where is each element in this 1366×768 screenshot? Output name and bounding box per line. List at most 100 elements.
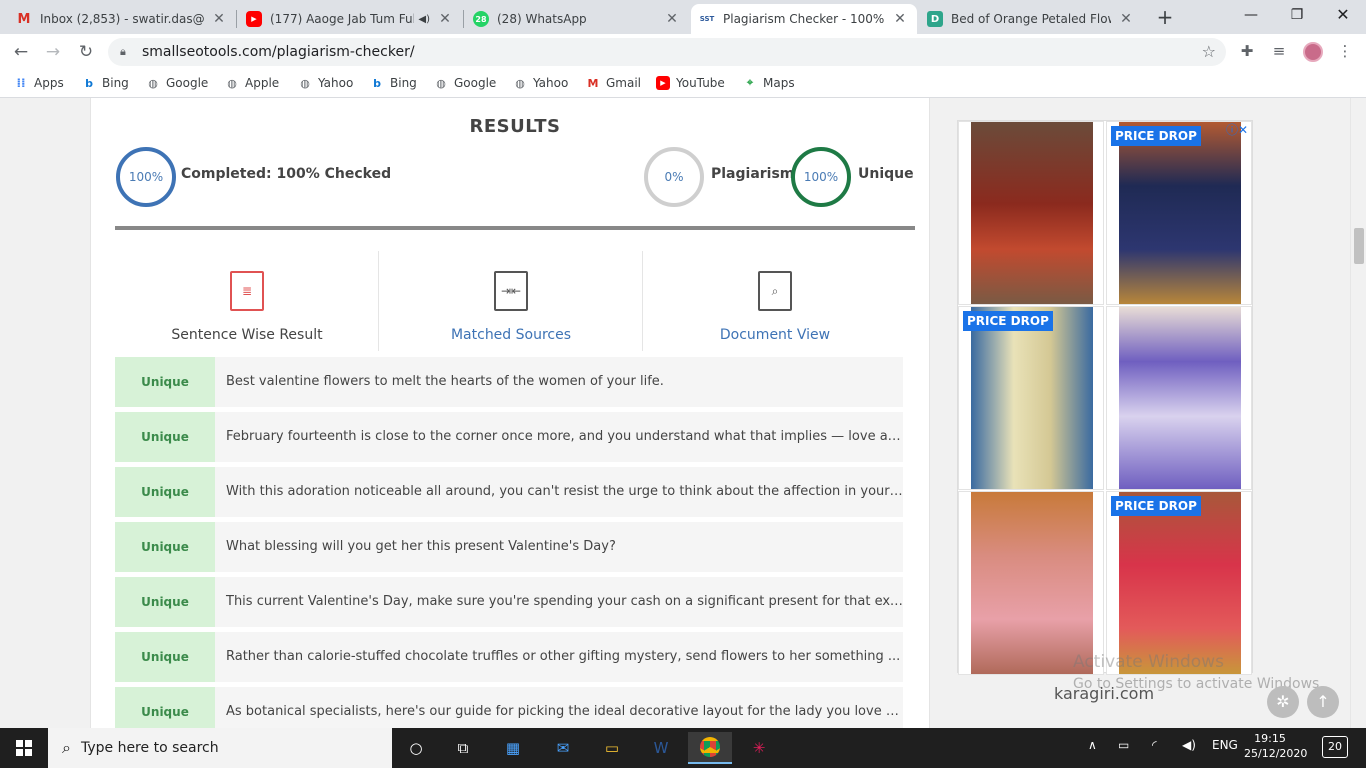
close-window-button[interactable]: ✕ bbox=[1320, 0, 1366, 32]
youtube-icon: ▶ bbox=[246, 11, 262, 27]
product-image bbox=[1119, 307, 1241, 489]
view-label: Document View bbox=[719, 327, 831, 343]
bookmark-google[interactable]: ◍ Google bbox=[146, 76, 208, 90]
ad-product-tile[interactable] bbox=[958, 491, 1104, 675]
page-scrollbar[interactable] bbox=[1350, 98, 1366, 728]
close-icon[interactable]: ✕ bbox=[210, 11, 228, 27]
scroll-top-button[interactable]: ↑ bbox=[1307, 686, 1339, 718]
bookmark-label: Google bbox=[454, 76, 497, 90]
tab-whatsapp[interactable]: 28 (28) WhatsApp ✕ bbox=[465, 4, 689, 34]
bookmark-bing-2[interactable]: b Bing bbox=[370, 76, 417, 90]
language-indicator[interactable]: ENG bbox=[1212, 738, 1238, 752]
ad-product-tile[interactable] bbox=[958, 121, 1104, 305]
speaker-icon[interactable]: ◀) bbox=[418, 14, 430, 25]
close-icon[interactable]: ✕ bbox=[436, 11, 454, 27]
file-explorer-icon[interactable]: ▭ bbox=[590, 732, 634, 764]
notification-badge[interactable]: 20 bbox=[1322, 736, 1348, 758]
reload-button[interactable]: ↻ bbox=[73, 40, 99, 64]
extensions-icon[interactable]: ✚ bbox=[1237, 42, 1257, 60]
volume-icon[interactable]: ◀) bbox=[1182, 738, 1196, 752]
ad-panel[interactable]: ⓘ✕ PRICE DROP PRICE DROP PRICE DROP bbox=[957, 120, 1253, 675]
search-icon: ⌕ bbox=[62, 738, 71, 757]
ad-product-tile[interactable]: PRICE DROP bbox=[1106, 491, 1252, 675]
slack-icon[interactable]: ✳ bbox=[737, 732, 781, 764]
sentence-row[interactable]: Unique Best valentine flowers to melt th… bbox=[115, 357, 903, 407]
progress-divider bbox=[115, 226, 915, 230]
close-icon[interactable]: ✕ bbox=[891, 11, 909, 27]
bookmark-label: Yahoo bbox=[318, 76, 354, 90]
wifi-icon[interactable]: ◜ bbox=[1152, 738, 1157, 752]
new-tab-button[interactable]: + bbox=[1152, 6, 1178, 30]
bookmark-youtube[interactable]: ▶ YouTube bbox=[656, 76, 725, 90]
tab-document-view[interactable]: ⌕ Document View bbox=[643, 251, 907, 351]
bookmark-gmail[interactable]: M Gmail bbox=[586, 76, 642, 90]
maps-icon: ⌖ bbox=[746, 76, 754, 89]
status-badge: Unique bbox=[115, 522, 215, 572]
close-icon[interactable]: ✕ bbox=[1117, 11, 1135, 27]
clock[interactable]: 19:15 25/12/2020 bbox=[1244, 731, 1307, 761]
battery-icon[interactable]: ▭ bbox=[1118, 738, 1129, 752]
tab-plagiarism-checker[interactable]: SST Plagiarism Checker - 100% Free ✕ bbox=[691, 4, 917, 34]
store-icon[interactable]: ▦ bbox=[491, 732, 535, 764]
sentence-row[interactable]: Unique February fourteenth is close to t… bbox=[115, 412, 903, 462]
ad-product-tile[interactable]: PRICE DROP bbox=[1106, 121, 1252, 305]
bookmark-bing[interactable]: b Bing bbox=[82, 76, 129, 90]
tab-matched-sources[interactable]: ⇥⇤ Matched Sources bbox=[379, 251, 643, 351]
star-icon[interactable]: ☆ bbox=[1202, 42, 1216, 61]
ad-info-icon[interactable]: ⓘ✕ bbox=[1226, 121, 1248, 138]
tab-title: (28) WhatsApp bbox=[497, 12, 587, 26]
price-drop-badge: PRICE DROP bbox=[963, 311, 1053, 331]
plagiarism-percent: 0% bbox=[664, 170, 684, 184]
tab-title: (177) Aaoge Jab Tum Full Video bbox=[270, 12, 414, 26]
tab-gmail[interactable]: M Inbox (2,853) - swatir.das@gmail.com ✕ bbox=[8, 4, 236, 34]
bookmark-apple[interactable]: ◍ Apple bbox=[225, 76, 279, 90]
reading-list-icon[interactable]: ≡ bbox=[1269, 42, 1289, 60]
sentence-row[interactable]: Unique Rather than calorie-stuffed choco… bbox=[115, 632, 903, 682]
word-icon[interactable]: W bbox=[639, 732, 683, 764]
cortana-icon[interactable]: ○ bbox=[394, 732, 438, 764]
globe-icon: ◍ bbox=[148, 76, 158, 90]
bookmark-google-2[interactable]: ◍ Google bbox=[434, 76, 496, 90]
taskbar-search[interactable]: ⌕ Type here to search bbox=[48, 728, 392, 768]
forward-button[interactable]: → bbox=[40, 40, 66, 64]
unique-percent: 100% bbox=[803, 170, 839, 184]
tab-youtube[interactable]: ▶ (177) Aaoge Jab Tum Full Video ◀) ✕ bbox=[238, 4, 462, 34]
menu-icon[interactable]: ⋮ bbox=[1335, 42, 1355, 60]
sentence-row[interactable]: Unique What blessing will you get her th… bbox=[115, 522, 903, 572]
mail-icon[interactable]: ✉ bbox=[541, 732, 585, 764]
bookmark-apps[interactable]: ⁞⁞ Apps bbox=[14, 76, 64, 90]
globe-icon: ◍ bbox=[227, 76, 237, 90]
sentence-text: Rather than calorie-stuffed chocolate tr… bbox=[226, 649, 901, 664]
bookmark-yahoo[interactable]: ◍ Yahoo bbox=[298, 76, 353, 90]
lock-icon[interactable]: 🔒︎ bbox=[120, 45, 134, 59]
sentence-row[interactable]: Unique This current Valentine's Day, mak… bbox=[115, 577, 903, 627]
bookmark-label: Gmail bbox=[606, 76, 642, 90]
restore-button[interactable]: ❐ bbox=[1274, 0, 1320, 32]
start-button[interactable] bbox=[0, 728, 48, 768]
sentence-row[interactable]: Unique As botanical specialists, here's … bbox=[115, 687, 903, 728]
chrome-icon[interactable] bbox=[688, 732, 732, 764]
minimize-button[interactable]: — bbox=[1228, 0, 1274, 32]
product-image bbox=[1119, 122, 1241, 304]
avatar[interactable] bbox=[1303, 42, 1323, 62]
bookmark-label: Bing bbox=[390, 76, 417, 90]
ad-product-tile[interactable]: PRICE DROP bbox=[958, 306, 1104, 490]
ad-product-tile[interactable] bbox=[1106, 306, 1252, 490]
tab-title: Plagiarism Checker - 100% Free bbox=[723, 12, 885, 26]
url-text[interactable]: smallseotools.com/plagiarism-checker/ bbox=[142, 44, 415, 60]
bug-report-icon[interactable]: ✲ bbox=[1267, 686, 1299, 718]
tab-flowers[interactable]: D Bed of Orange Petaled Flowers ✕ bbox=[919, 4, 1143, 34]
address-bar[interactable]: 🔒︎ smallseotools.com/plagiarism-checker/… bbox=[108, 38, 1226, 66]
bookmark-yahoo-2[interactable]: ◍ Yahoo bbox=[513, 76, 568, 90]
back-button[interactable]: ← bbox=[8, 40, 34, 64]
bookmark-maps[interactable]: ⌖ Maps bbox=[743, 76, 795, 90]
tab-sentence-wise-result[interactable]: ≣ Sentence Wise Result bbox=[115, 251, 379, 351]
scrollbar-thumb[interactable] bbox=[1354, 228, 1364, 264]
chevron-up-icon[interactable]: ∧ bbox=[1088, 738, 1097, 752]
bookmark-label: Apps bbox=[34, 76, 64, 90]
task-view-icon[interactable]: ⧉ bbox=[441, 732, 485, 764]
ad-brand[interactable]: karagiri.com bbox=[1054, 684, 1154, 703]
close-icon[interactable]: ✕ bbox=[663, 11, 681, 27]
sentence-text: With this adoration noticeable all aroun… bbox=[226, 484, 903, 499]
sentence-row[interactable]: Unique With this adoration noticeable al… bbox=[115, 467, 903, 517]
